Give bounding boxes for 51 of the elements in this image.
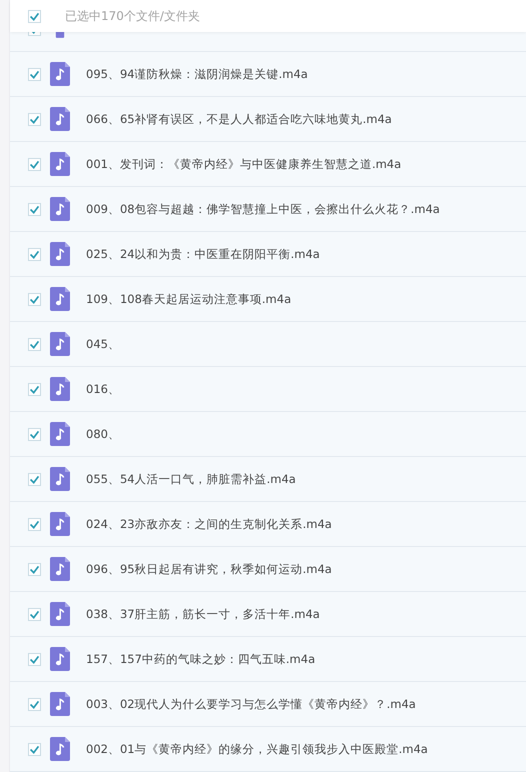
file-name: 003、02现代人为什么要学习与怎么学懂《黄帝内经》？.m4a: [86, 696, 416, 712]
file-name: 109、108春天起居运动注意事项.m4a: [86, 292, 292, 306]
file-checkbox[interactable]: [28, 338, 41, 350]
file-checkbox[interactable]: [28, 652, 41, 666]
file-checkbox[interactable]: [28, 112, 41, 126]
music-file-icon: [50, 647, 70, 671]
file-checkbox[interactable]: [28, 608, 41, 620]
music-file-icon: [50, 512, 70, 536]
music-file-icon: [50, 242, 70, 266]
file-checkbox[interactable]: [28, 32, 41, 36]
file-name: 095、94谨防秋燥：滋阴润燥是关键.m4a: [86, 66, 308, 82]
music-file-icon: [50, 62, 70, 86]
music-file-icon: [50, 467, 70, 491]
file-checkbox[interactable]: [28, 382, 41, 396]
file-name: 045、: [86, 336, 120, 352]
file-name: 024、23亦敌亦友：之间的生克制化关系.m4a: [86, 516, 332, 532]
music-file-icon: [50, 107, 70, 131]
music-file-icon: [50, 287, 70, 311]
music-file-icon: [50, 377, 70, 401]
select-all-checkbox[interactable]: [28, 10, 41, 22]
file-checkbox[interactable]: [28, 158, 41, 170]
file-checkbox[interactable]: [28, 698, 41, 710]
file-name: 055、54人活一口气，肺脏需补益.m4a: [86, 472, 296, 486]
file-name: 066、65补肾有误区，不是人人都适合吃六味地黄丸.m4a: [86, 112, 392, 126]
file-checkbox[interactable]: [28, 202, 41, 216]
music-file-icon: [50, 197, 70, 221]
file-name: 025、24以和为贵：中医重在阴阳平衡.m4a: [86, 246, 320, 262]
file-name: 009、08包容与超越：佛学智慧撞上中医，会擦出什么火花？.m4a: [86, 202, 440, 216]
music-file-icon: [50, 602, 70, 626]
file-name: 016、: [86, 382, 120, 396]
file-name: 038、37肝主筋，筋长一寸，多活十年.m4a: [86, 606, 320, 622]
file-name: 080、: [86, 426, 120, 442]
music-file-icon: [50, 737, 70, 761]
selection-count: 已选中170个文件/文件夹: [65, 8, 200, 24]
file-name: 157、157中药的气味之妙：四气五味.m4a: [86, 652, 316, 666]
file-checkbox[interactable]: [28, 68, 41, 80]
file-checkbox[interactable]: [28, 292, 41, 306]
file-name: 096、95秋日起居有讲究，秋季如何运动.m4a: [86, 562, 332, 576]
file-name: 002、01与《黄帝内经》的缘分，兴趣引领我步入中医殿堂.m4a: [86, 742, 428, 756]
music-file-icon: [50, 332, 70, 356]
music-file-icon: [50, 557, 70, 581]
music-file-icon: [50, 422, 70, 446]
file-checkbox[interactable]: [28, 472, 41, 486]
music-file-icon: [50, 152, 70, 176]
file-checkbox[interactable]: [28, 562, 41, 576]
file-checkbox[interactable]: [28, 518, 41, 530]
music-file-icon: [50, 692, 70, 716]
file-checkbox[interactable]: [28, 742, 41, 756]
file-checkbox[interactable]: [28, 248, 41, 260]
file-checkbox[interactable]: [28, 428, 41, 440]
file-name: 001、发刊词：《黄帝内经》与中医健康养生智慧之道.m4a: [86, 156, 402, 172]
